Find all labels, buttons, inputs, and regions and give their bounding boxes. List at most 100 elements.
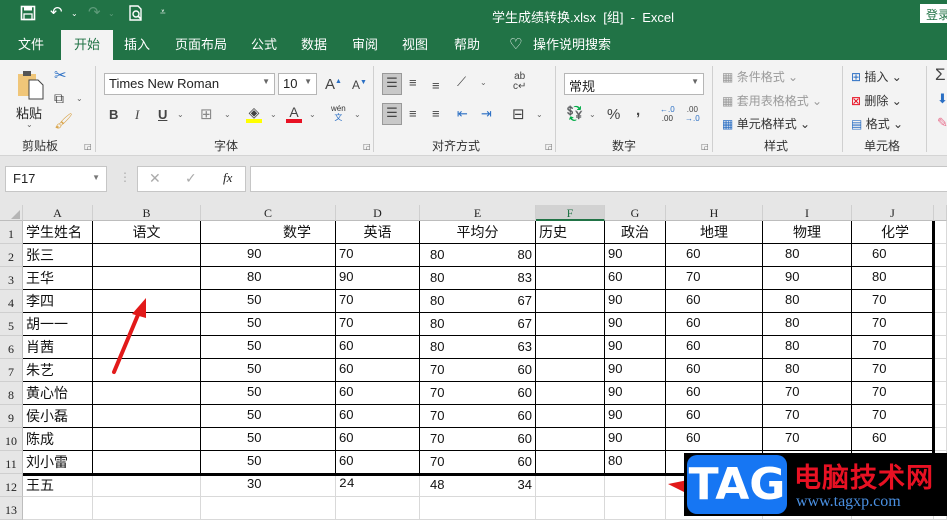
row-header-11[interactable]: 11 xyxy=(0,451,23,474)
cell-f2[interactable] xyxy=(536,244,605,267)
cell-c5[interactable]: 50 xyxy=(201,313,336,336)
cell-e9[interactable]: 70 60 xyxy=(420,405,536,428)
cell-d6[interactable]: 60 xyxy=(336,336,420,359)
row-header-8[interactable]: 8 xyxy=(0,382,23,405)
conditional-format-button[interactable]: ▦ 条件格式 ⌄ xyxy=(722,68,798,85)
tab-review[interactable]: 审阅 xyxy=(348,30,382,60)
cell-f9[interactable] xyxy=(536,405,605,428)
cell-d9[interactable]: 60 xyxy=(336,405,420,428)
copy-dropdown-icon[interactable]: ⌄ xyxy=(76,94,83,103)
cut-icon[interactable]: ✂ xyxy=(54,66,67,84)
border-dropdown-icon[interactable]: ⌄ xyxy=(224,110,231,119)
cell-b9[interactable] xyxy=(93,405,201,428)
cell-g8[interactable]: 90 xyxy=(605,382,666,405)
cell-i8[interactable]: 70 xyxy=(763,382,852,405)
cell-d2[interactable]: 70 xyxy=(336,244,420,267)
cell-e3[interactable]: 80 83 xyxy=(420,267,536,290)
wrap-text-icon[interactable]: ab c↵ xyxy=(513,72,526,92)
align-center-icon[interactable]: ≡ xyxy=(409,106,417,121)
font-name-select[interactable]: Times New Roman ▼ xyxy=(104,73,275,95)
cell-d3[interactable]: 90 xyxy=(336,267,420,290)
cell-f5[interactable] xyxy=(536,313,605,336)
cell-b10[interactable] xyxy=(93,428,201,451)
cell-h6[interactable]: 60 xyxy=(666,336,763,359)
row-header-1[interactable]: 1 xyxy=(0,221,23,244)
align-left-icon[interactable]: ☰ xyxy=(382,103,402,125)
tell-me-search[interactable]: 操作说明搜索 xyxy=(529,30,615,60)
cell-g6[interactable]: 90 xyxy=(605,336,666,359)
cell-j8[interactable]: 70 xyxy=(852,382,934,405)
cell-g9[interactable]: 90 xyxy=(605,405,666,428)
cell-k10[interactable] xyxy=(934,428,947,451)
font-color-dropdown-icon[interactable]: ⌄ xyxy=(309,110,316,119)
cell-a9[interactable]: 侯小磊 xyxy=(23,405,93,428)
format-as-table-button[interactable]: ▦ 套用表格格式 ⌄ xyxy=(722,92,822,109)
format-cells-button[interactable]: ▤ 格式 ⌄ xyxy=(851,115,903,132)
cell-k4[interactable] xyxy=(934,290,947,313)
cell-i6[interactable]: 80 xyxy=(763,336,852,359)
row-header-6[interactable]: 6 xyxy=(0,336,23,359)
cell-e6[interactable]: 80 63 xyxy=(420,336,536,359)
cell-f6[interactable] xyxy=(536,336,605,359)
cell-f8[interactable] xyxy=(536,382,605,405)
row-header-5[interactable]: 5 xyxy=(0,313,23,336)
insert-cells-button[interactable]: ⊞ 插入 ⌄ xyxy=(851,68,902,85)
cell-h8[interactable]: 60 xyxy=(666,382,763,405)
fill-color-icon[interactable]: ◈ xyxy=(246,104,262,123)
orientation-dropdown-icon[interactable]: ⌄ xyxy=(480,78,487,87)
cell-j10[interactable]: 60 xyxy=(852,428,934,451)
cell-j5[interactable]: 70 xyxy=(852,313,934,336)
column-header-a[interactable]: A xyxy=(23,205,93,221)
cell-g7[interactable]: 90 xyxy=(605,359,666,382)
font-launcher-icon[interactable]: ◲ xyxy=(363,142,371,151)
font-size-select[interactable]: 10 ▼ xyxy=(278,73,317,95)
tab-help[interactable]: 帮助 xyxy=(450,30,484,60)
clear-icon[interactable]: ✎ xyxy=(937,115,947,131)
cell-a1[interactable]: 学生姓名 xyxy=(23,221,93,244)
border-icon[interactable]: ⊞ xyxy=(200,105,213,123)
cell-h7[interactable]: 60 xyxy=(666,359,763,382)
name-box[interactable]: F17 ▼ xyxy=(5,166,107,192)
column-header-e[interactable]: E xyxy=(420,205,536,221)
cancel-icon[interactable]: ✕ xyxy=(149,170,161,187)
increase-font-icon[interactable]: A▲ xyxy=(325,76,342,93)
cell-j3[interactable]: 80 xyxy=(852,267,934,290)
decrease-font-icon[interactable]: A▼ xyxy=(352,78,367,92)
cell-e13[interactable] xyxy=(420,497,536,520)
cell-f13[interactable] xyxy=(536,497,605,520)
cell-d11[interactable]: 60 xyxy=(336,451,420,474)
column-header-d[interactable]: D xyxy=(336,205,420,221)
cell-b12[interactable] xyxy=(93,474,201,497)
phonetic-dropdown-icon[interactable]: ⌄ xyxy=(354,110,361,119)
column-header-f[interactable]: F xyxy=(536,205,605,221)
column-header-j[interactable]: J xyxy=(852,205,934,221)
column-header-g[interactable]: G xyxy=(605,205,666,221)
cell-g11[interactable]: 80 xyxy=(605,451,666,474)
cell-a4[interactable]: 李四 xyxy=(23,290,93,313)
tab-data[interactable]: 数据 xyxy=(297,30,331,60)
number-format-select[interactable]: 常规 ▼ xyxy=(564,73,704,95)
cell-f1[interactable]: 历史 xyxy=(536,221,605,244)
cell-i10[interactable]: 70 xyxy=(763,428,852,451)
cell-d4[interactable]: 70 xyxy=(336,290,420,313)
phonetic-icon[interactable]: wén 文 xyxy=(331,104,346,122)
tab-formulas[interactable]: 公式 xyxy=(247,30,281,60)
cell-g12[interactable] xyxy=(605,474,666,497)
cell-a5[interactable]: 胡一一 xyxy=(23,313,93,336)
cell-styles-button[interactable]: ▦ 单元格样式 ⌄ xyxy=(722,115,810,132)
cell-b13[interactable] xyxy=(93,497,201,520)
cell-e8[interactable]: 70 60 xyxy=(420,382,536,405)
format-painter-icon[interactable]: 🖌 xyxy=(54,112,73,130)
cell-f7[interactable] xyxy=(536,359,605,382)
cell-k9[interactable] xyxy=(934,405,947,428)
align-top-icon[interactable]: ☰ xyxy=(382,73,402,95)
cell-i4[interactable]: 80 xyxy=(763,290,852,313)
cell-f3[interactable] xyxy=(536,267,605,290)
cell-b8[interactable] xyxy=(93,382,201,405)
cell-c8[interactable]: 50 xyxy=(201,382,336,405)
cell-f10[interactable] xyxy=(536,428,605,451)
cell-f11[interactable] xyxy=(536,451,605,474)
lightbulb-icon[interactable]: ♡ xyxy=(505,30,526,60)
row-header-2[interactable]: 2 xyxy=(0,244,23,267)
underline-button[interactable]: U xyxy=(158,107,167,122)
